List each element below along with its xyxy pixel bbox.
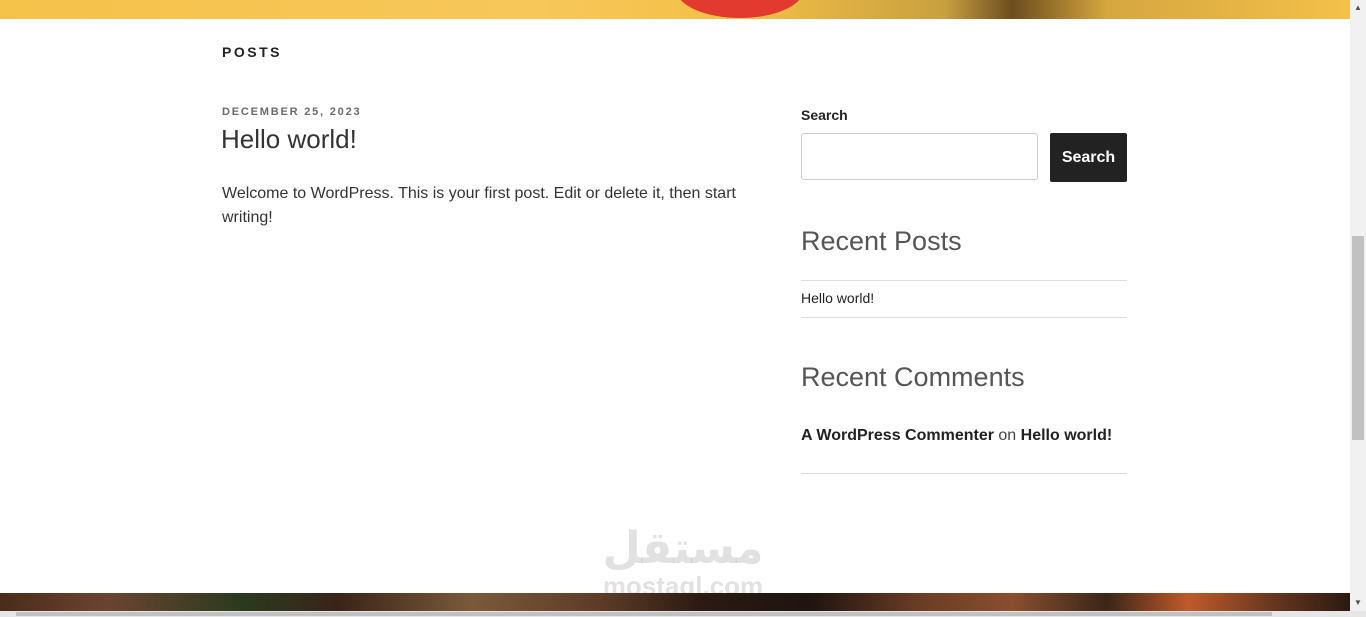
banner-tomato-graphic xyxy=(676,0,804,18)
post-date[interactable]: DECEMBER 25, 2023 xyxy=(222,106,361,118)
comment-post-link[interactable]: Hello world! xyxy=(1021,427,1113,444)
divider xyxy=(801,317,1127,318)
arrow-down-icon[interactable]: ▼ xyxy=(1350,595,1366,611)
recent-comments-heading: Recent Comments xyxy=(801,362,1025,392)
post-title-link[interactable]: Hello world! xyxy=(221,124,357,155)
header-banner-image xyxy=(0,0,1350,19)
footer-food-image xyxy=(0,593,1350,611)
scrollbar-thumb[interactable] xyxy=(1352,236,1364,440)
search-input[interactable] xyxy=(801,133,1038,180)
watermark-logo: مستقل mostaql.com xyxy=(600,523,766,600)
page-title: POSTS xyxy=(222,44,282,60)
search-button[interactable]: Search xyxy=(1050,133,1127,182)
arrow-up-icon[interactable]: ▲ xyxy=(1350,0,1366,16)
comment-author-link[interactable]: A WordPress Commenter xyxy=(801,427,994,444)
horizontal-scrollbar[interactable] xyxy=(0,611,1366,617)
divider xyxy=(801,280,1127,281)
post-excerpt: Welcome to WordPress. This is your first… xyxy=(222,185,736,226)
search-label: Search xyxy=(801,107,848,123)
horizontal-scrollbar-thumb[interactable] xyxy=(16,612,1272,616)
recent-posts-heading: Recent Posts xyxy=(801,226,962,256)
vertical-scrollbar[interactable]: ▲ ▼ xyxy=(1350,0,1366,611)
watermark-arabic-text: مستقل xyxy=(602,523,764,574)
recent-post-link[interactable]: Hello world! xyxy=(801,290,874,306)
recent-comment-item: A WordPress Commenter on Hello world! xyxy=(801,427,1112,445)
divider xyxy=(801,473,1127,474)
comment-connector: on xyxy=(998,427,1017,444)
